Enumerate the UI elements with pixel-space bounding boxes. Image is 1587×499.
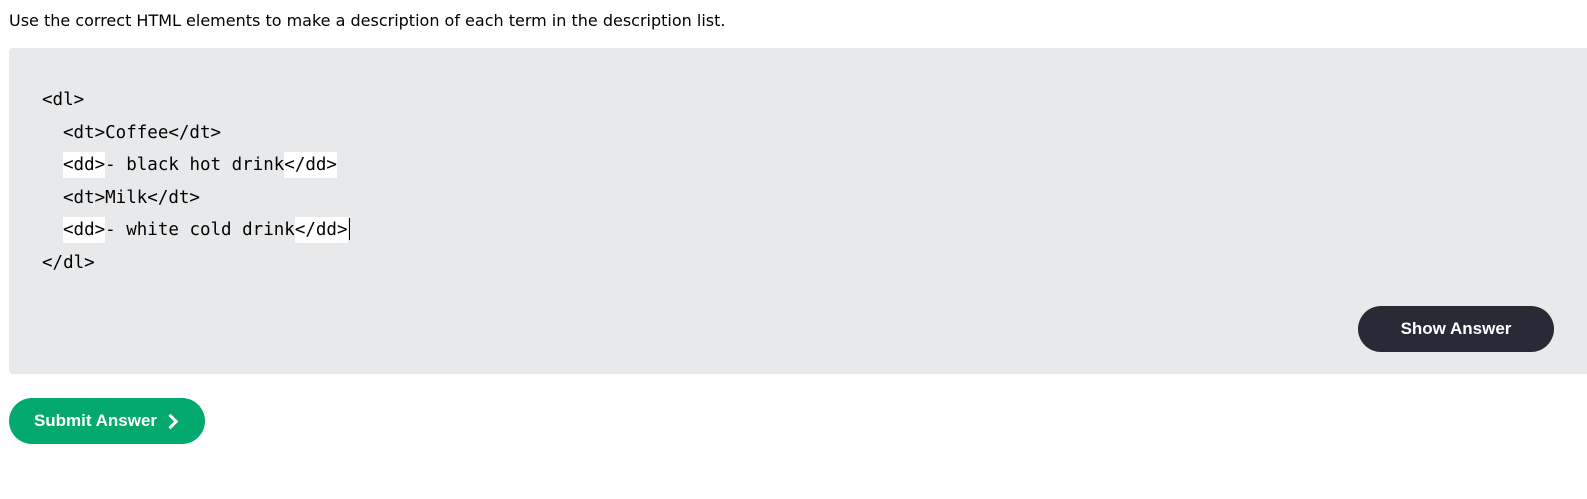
show-answer-label: Show Answer [1400,319,1512,338]
code-line-dd-coffee: <dd>- black hot drink</dd> [42,149,350,182]
answer-blank-dd-close-1[interactable]: </dd> [284,152,337,179]
submit-answer-label: Submit Answer [33,411,158,430]
show-answer-button[interactable]: Show Answer [1358,306,1554,352]
code-line-dd-milk: <dd>- white cold drink</dd> [42,214,350,247]
code-line-dl-open: <dl> [42,90,85,110]
answer-blank-dd-open-2[interactable]: <dd> [63,217,106,244]
exercise-panel: <dl> <dt>Coffee</dt> <dd>- black hot dri… [9,48,1587,374]
answer-blank-dd-open-1[interactable]: <dd> [63,152,106,179]
code-line-dt-milk: <dt>Milk</dt> [42,182,350,215]
chevron-right-icon [162,413,179,429]
dt-coffee-text: <dt>Coffee</dt> [63,122,222,143]
text-cursor [348,218,350,241]
dt-milk-text: <dt>Milk</dt> [63,187,200,208]
exercise-instruction: Use the correct HTML elements to make a … [9,11,726,30]
submit-answer-button[interactable]: Submit Answer [9,398,205,444]
dd-coffee-text: - black hot drink [105,155,285,176]
code-line-dt-coffee: <dt>Coffee</dt> [42,117,350,150]
answer-blank-dd-close-2[interactable]: </dd> [294,217,348,244]
code-line-dl-close: </dl> [42,252,95,273]
dd-milk-text: - white cold drink [105,220,295,241]
code-editor: <dl> <dt>Coffee</dt> <dd>- black hot dri… [42,84,350,280]
